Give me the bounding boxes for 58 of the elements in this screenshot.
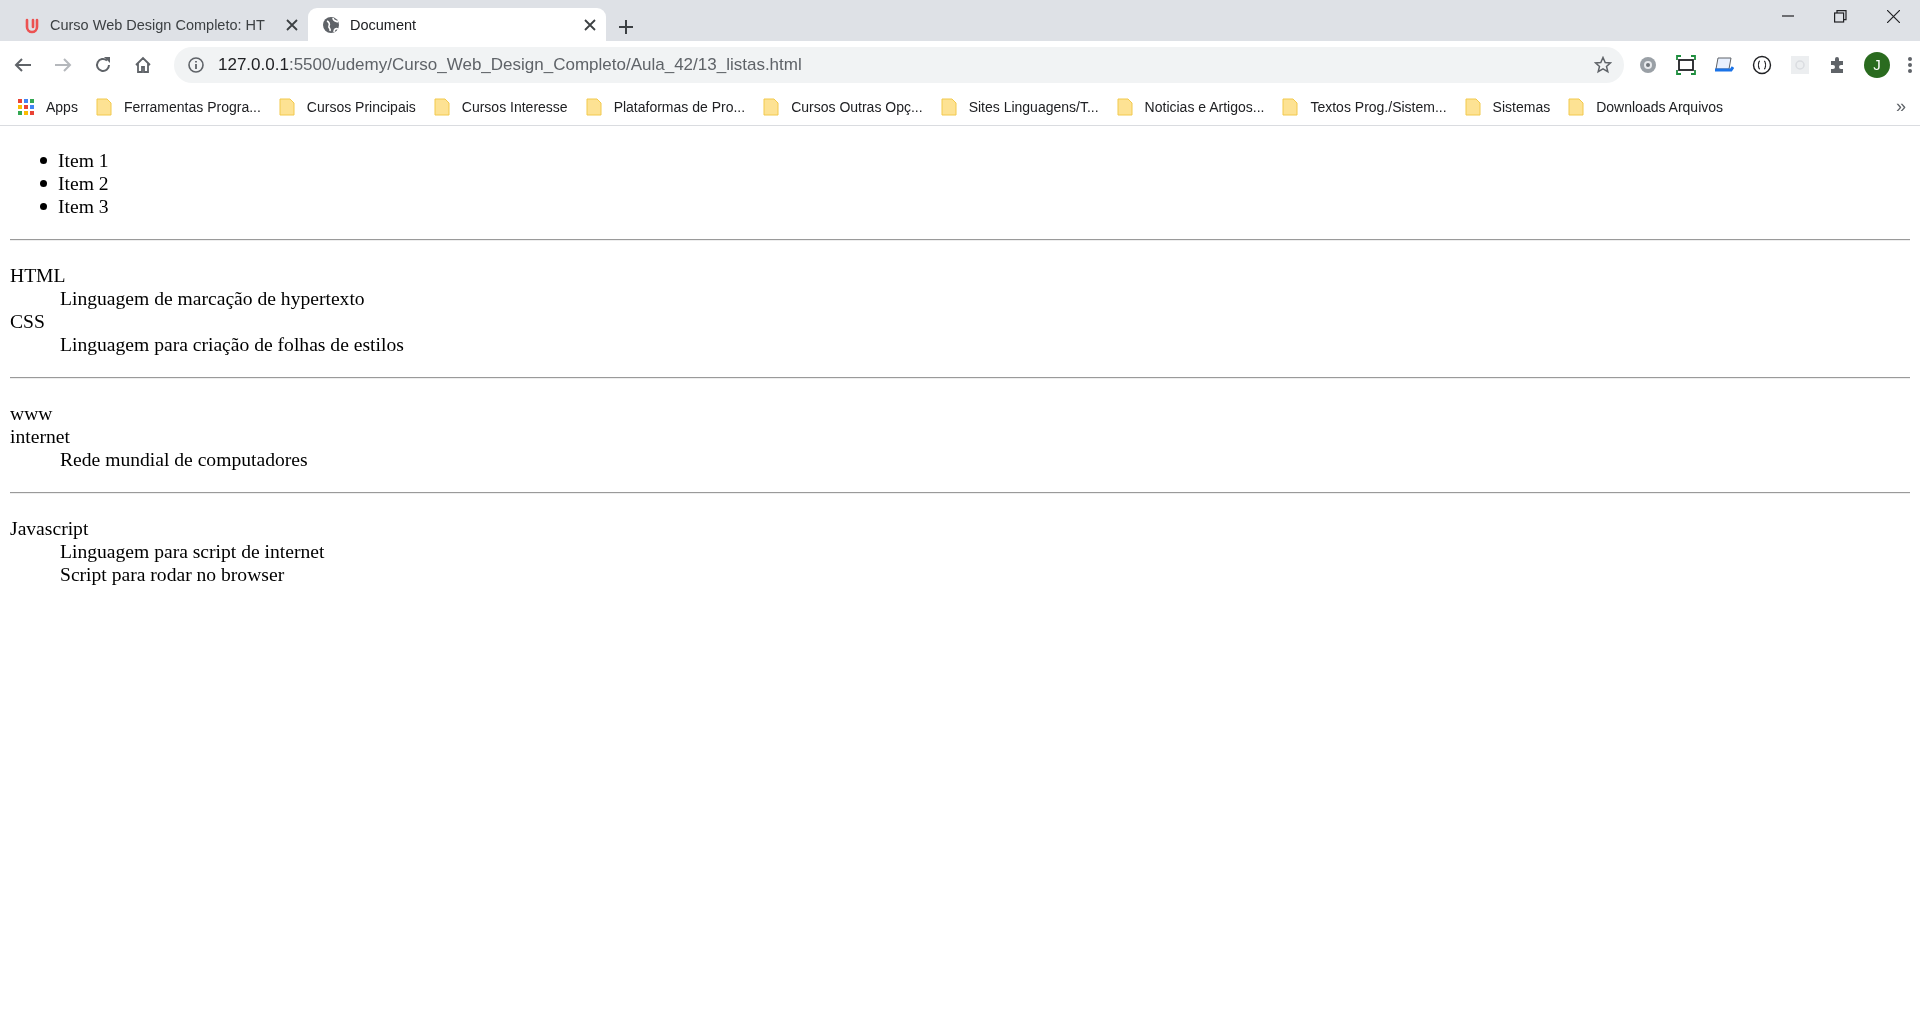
definition-description: Linguagem para criação de folhas de estilos	[60, 334, 404, 355]
bullet-icon	[40, 203, 47, 210]
close-icon[interactable]	[584, 18, 596, 31]
folder-icon	[1116, 96, 1133, 117]
definition-description: Linguagem de marcação de hypertexto	[60, 288, 365, 309]
screen-frame-icon[interactable]	[1676, 54, 1696, 75]
browser-tab[interactable]: Curso Web Design Completo: HT	[10, 8, 308, 41]
folder-icon	[940, 96, 957, 117]
url-text: 127.0.0.1:5500/udemy/Curso_Web_Design_Completo/Aula_42/13_listas.html	[218, 54, 803, 75]
definition-term: Javascript	[10, 518, 89, 539]
folder-icon	[278, 96, 295, 117]
more-menu-icon[interactable]	[1908, 55, 1912, 74]
definition-term: CSS	[10, 311, 45, 332]
plus-icon[interactable]	[618, 19, 634, 35]
bookmark[interactable]: Cursos Principais	[278, 96, 424, 117]
bookmark[interactable]: Sistemas	[1464, 96, 1559, 117]
folder-icon	[585, 96, 602, 117]
list-item: Item 3	[58, 195, 109, 218]
bookmark[interactable]: Plataformas de Pro...	[585, 96, 754, 117]
home-icon[interactable]	[134, 55, 152, 74]
close-icon[interactable]	[286, 18, 298, 31]
star-icon[interactable]	[1594, 55, 1612, 74]
folder-icon	[433, 96, 450, 117]
bookmark[interactable]: Textos Prog./Sistem...	[1282, 96, 1455, 117]
bookmark[interactable]: Apps	[18, 98, 86, 115]
browser-tab[interactable]: Document	[308, 8, 606, 41]
folder-icon	[1464, 96, 1481, 117]
folder-icon	[763, 96, 780, 117]
laptop-icon[interactable]	[1714, 54, 1734, 75]
definition-term: www	[10, 403, 53, 424]
bookmark[interactable]: Sites Linguagens/T...	[940, 96, 1107, 117]
list-item: Item 2	[58, 172, 109, 195]
folder-icon	[95, 96, 112, 117]
address-bar[interactable]: 127.0.0.1:5500/udemy/Curso_Web_Design_Completo/Aula_42/13_listas.html	[174, 46, 1624, 83]
profile-avatar[interactable]: J	[1864, 51, 1890, 78]
puzzle-icon[interactable]	[1828, 54, 1846, 75]
braces-icon[interactable]	[1752, 54, 1772, 75]
folder-icon	[1282, 96, 1299, 117]
bullet-icon	[40, 180, 47, 187]
bookmark[interactable]: Noticias e Artigos...	[1116, 96, 1273, 117]
back-arrow-icon[interactable]	[14, 55, 32, 74]
bookmark[interactable]: Cursos Interesse	[433, 96, 576, 117]
definition-description: Rede mundial de computadores	[60, 449, 308, 470]
folder-icon	[1568, 96, 1585, 117]
bookmark[interactable]: Cursos Outras Opç...	[763, 96, 931, 117]
bullet-icon	[40, 157, 47, 164]
globe-icon	[322, 15, 340, 34]
more-bookmarks-button[interactable]: »	[1896, 96, 1906, 117]
definition-term: HTML	[10, 265, 66, 286]
info-icon[interactable]	[188, 56, 204, 73]
bookmark[interactable]: Downloads Arquivos	[1568, 96, 1732, 117]
list-item: Item 1	[58, 149, 109, 172]
definition-description: Script para rodar no browser	[60, 564, 285, 585]
bookmark[interactable]: Ferramentas Progra...	[95, 96, 269, 117]
definition-description: Linguagem para script de internet	[60, 541, 325, 562]
definition-term: internet	[10, 426, 70, 447]
apps-grid-icon	[18, 98, 34, 115]
reload-icon[interactable]	[94, 55, 112, 74]
